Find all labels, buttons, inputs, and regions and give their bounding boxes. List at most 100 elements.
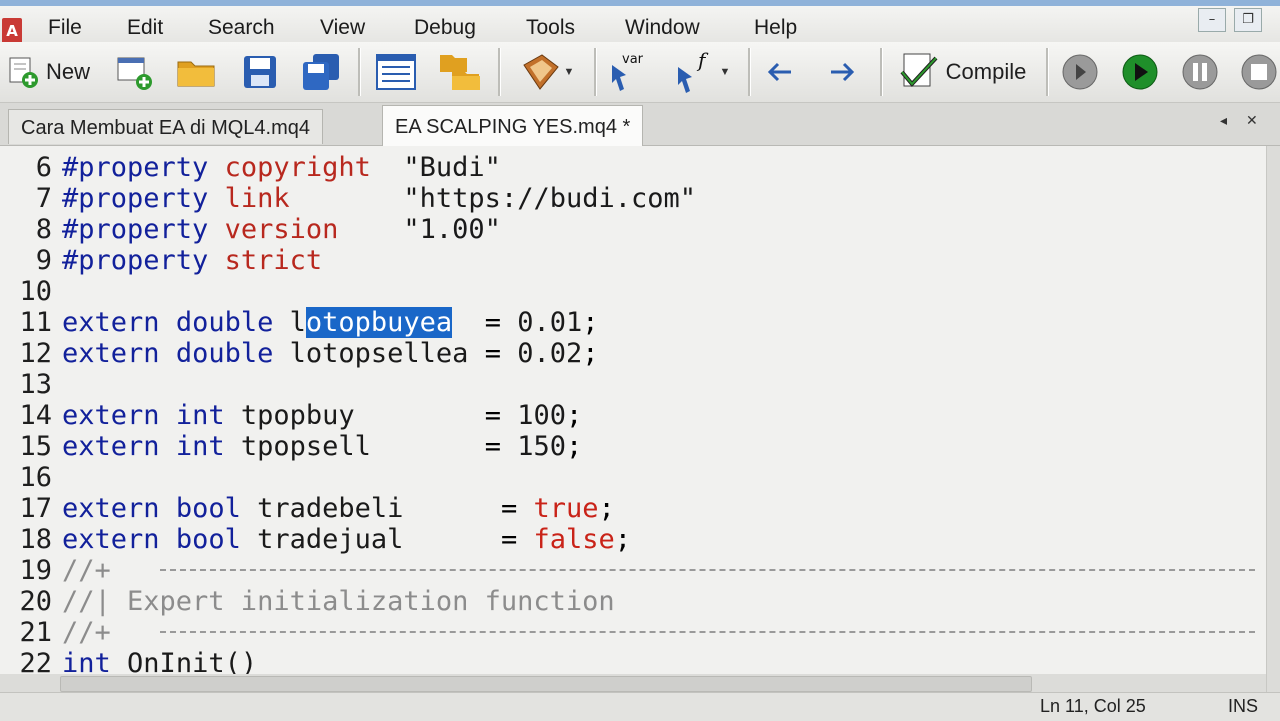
code-line[interactable]: 21 //+ <box>0 617 1266 648</box>
code-line[interactable]: 18 extern bool tradejual = false; <box>0 524 1266 555</box>
code-line[interactable]: 11 extern double lotopbuyea = 0.01; <box>0 307 1266 338</box>
minimize-icon[interactable]: – <box>1198 8 1226 32</box>
horizontal-scroll-thumb[interactable] <box>60 676 1032 692</box>
menu-view[interactable]: View <box>320 16 365 40</box>
menu-bar: A File Edit Search View Debug Tools Wind… <box>0 6 1280 44</box>
code-token: int <box>175 431 225 462</box>
code-token: //+ <box>62 555 111 586</box>
styler-button[interactable]: ▼ <box>512 50 582 94</box>
code-line[interactable]: 10 <box>0 276 1266 307</box>
insert-function-button[interactable]: f ▼ <box>666 50 738 94</box>
line-code: //| Expert initialization function <box>62 586 615 617</box>
code-token: l <box>289 307 306 338</box>
line-number: 11 <box>19 307 52 338</box>
save-all-button[interactable] <box>298 50 346 94</box>
insert-mode: INS <box>1228 696 1259 716</box>
line-number: 18 <box>19 524 52 555</box>
forward-button[interactable] <box>822 50 862 94</box>
code-token: extern <box>62 307 160 338</box>
open-button[interactable] <box>174 50 218 94</box>
compile-button[interactable]: Compile <box>892 50 1032 94</box>
code-token: ; <box>582 307 599 338</box>
menu-debug[interactable]: Debug <box>414 16 476 40</box>
debug-history-button[interactable] <box>1058 50 1102 94</box>
compile-button-label: Compile <box>945 59 1027 84</box>
tab-cara-membuat-ea[interactable]: Cara Membuat EA di MQL4.mq4 <box>8 109 324 144</box>
tab-close-icon[interactable]: ✕ <box>1246 113 1258 129</box>
code-token: false <box>533 524 615 555</box>
code-line[interactable]: 9 #property strict <box>0 245 1266 276</box>
menu-search[interactable]: Search <box>208 16 275 40</box>
play-icon <box>1122 54 1158 90</box>
menu-help[interactable]: Help <box>754 16 797 40</box>
function-dropdown-icon[interactable]: ▼ <box>720 66 731 78</box>
code-line[interactable]: 7 #property link "https://budi.com" <box>0 183 1266 214</box>
code-line[interactable]: 13 <box>0 369 1266 400</box>
function-icon: f <box>677 51 709 93</box>
code-line[interactable]: 19 //+ <box>0 555 1266 586</box>
code-token: extern <box>62 400 160 431</box>
line-code: extern int tpopsell = 150; <box>62 431 582 462</box>
code-editor[interactable]: 6 #property copyright "Budi" 7 #property li… <box>0 146 1266 692</box>
menu-window[interactable]: Window <box>625 16 700 40</box>
code-token: copyright <box>224 152 371 183</box>
tab-scroll-left-icon[interactable]: ◂ <box>1220 113 1227 129</box>
stop-button[interactable] <box>1238 50 1280 94</box>
code-line[interactable]: 6 #property copyright "Budi" <box>0 152 1266 183</box>
new-project-button[interactable] <box>112 50 156 94</box>
line-code: #property copyright "Budi" <box>62 152 501 183</box>
restore-icon[interactable]: ❐ <box>1234 8 1262 32</box>
line-number: 8 <box>35 214 52 245</box>
code-line[interactable]: 20 //| Expert initialization function <box>0 586 1266 617</box>
code-token: extern <box>62 493 160 524</box>
tab-ea-scalping-yes[interactable]: EA SCALPING YES.mq4 * <box>382 105 644 146</box>
code-token: ; <box>614 524 632 555</box>
dropdown-arrow-icon[interactable]: ▼ <box>564 66 575 78</box>
code-line[interactable]: 17 extern bool tradebeli = true; <box>0 493 1266 524</box>
code-token: //| Expert initialization function <box>62 586 615 617</box>
code-line[interactable]: 15 extern int tpopsell = 150; <box>0 431 1266 462</box>
book-icon <box>522 54 559 90</box>
comment-separator <box>160 569 1255 571</box>
insert-variable-button[interactable]: var <box>604 50 652 94</box>
save-button[interactable] <box>238 50 282 94</box>
code-line[interactable]: 12 extern double lotopsellea = 0.02; <box>0 338 1266 369</box>
code-token: #property <box>62 183 209 214</box>
menu-edit[interactable]: Edit <box>127 16 163 40</box>
code-token: tradebeli <box>257 493 404 524</box>
files-button[interactable] <box>436 50 484 94</box>
new-button[interactable]: New <box>2 50 94 94</box>
back-button[interactable] <box>760 50 800 94</box>
save-all-icon <box>303 54 339 90</box>
code-token: tpopsell <box>240 431 371 462</box>
line-number: 21 <box>19 617 52 648</box>
line-number: 14 <box>19 400 52 431</box>
code-token: extern <box>62 524 160 555</box>
pause-icon <box>1182 54 1218 90</box>
start-debug-button[interactable] <box>1118 50 1162 94</box>
menu-tools[interactable]: Tools <box>526 16 575 40</box>
code-token: 100 <box>517 400 566 431</box>
navigator-button[interactable] <box>372 50 420 94</box>
line-code: #property version "1.00" <box>62 214 501 245</box>
code-token: strict <box>224 245 323 276</box>
code-token: = <box>468 338 518 369</box>
code-line[interactable]: 16 <box>0 462 1266 493</box>
pause-button[interactable] <box>1178 50 1222 94</box>
line-number: 9 <box>35 245 52 276</box>
save-icon <box>244 56 276 88</box>
horizontal-scrollbar[interactable] <box>0 674 1266 692</box>
vertical-scrollbar[interactable] <box>1266 146 1280 692</box>
code-line[interactable]: 14 extern int tpopbuy = 100; <box>0 400 1266 431</box>
code-line[interactable]: 8 #property version "1.00" <box>0 214 1266 245</box>
menu-file[interactable]: File <box>48 16 82 40</box>
code-token: #property <box>62 214 209 245</box>
var-text: var <box>622 52 644 67</box>
